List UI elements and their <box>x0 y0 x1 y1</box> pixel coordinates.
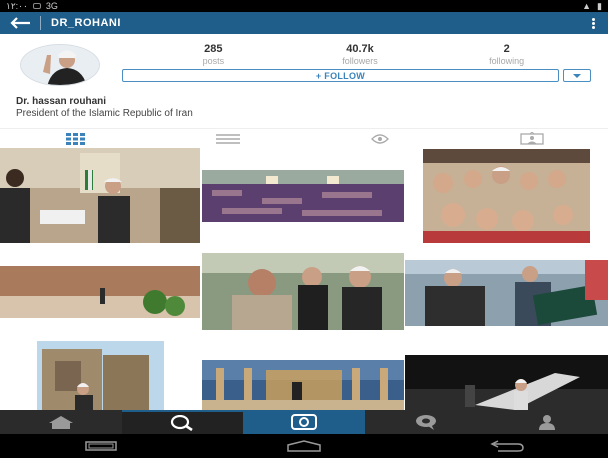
profile-bio: President of the Islamic Republic of Ira… <box>16 108 193 119</box>
network-type: 3G <box>45 1 58 11</box>
post-thumbnail[interactable] <box>0 266 200 318</box>
home-outline-icon <box>287 440 321 452</box>
follow-row: + FOLLOW <box>122 69 591 82</box>
photo-grid <box>0 148 608 410</box>
post-thumbnail[interactable] <box>202 170 404 222</box>
notification-icon <box>32 3 41 9</box>
avatar[interactable] <box>20 44 100 86</box>
back-button[interactable] <box>0 12 40 34</box>
followers-count: 40.7k <box>346 43 374 55</box>
home-icon <box>48 416 73 429</box>
chevron-down-icon <box>573 73 581 78</box>
signal-icon: ▲ <box>582 1 592 11</box>
grid-icon <box>66 132 85 145</box>
status-time: ۱۲:۰۰ <box>6 0 28 11</box>
profile-person-icon <box>539 415 556 430</box>
home-system-button[interactable] <box>203 434 406 458</box>
tagged-photos-icon <box>520 132 544 145</box>
back-return-icon <box>489 440 524 452</box>
tab-tagged[interactable] <box>456 129 608 148</box>
back-system-button[interactable] <box>405 434 608 458</box>
post-thumbnail[interactable] <box>202 360 404 410</box>
back-arrow-icon <box>10 17 30 29</box>
app-bar: DR_ROHANI <box>0 12 608 34</box>
following-label: following <box>489 56 525 66</box>
following-count: 2 <box>503 43 510 55</box>
profile-view-tabs <box>0 128 608 148</box>
following-stat[interactable]: 2 following <box>433 43 580 66</box>
post-thumbnail[interactable] <box>0 148 200 243</box>
overflow-menu-button[interactable] <box>578 12 608 34</box>
status-bar: ۱۲:۰۰ 3G ▲ ▮ <box>0 0 608 12</box>
profile-full-name: Dr. hassan rouhani <box>16 96 107 107</box>
profile-stats: 285 posts 40.7k followers 2 following <box>140 43 580 66</box>
more-vert-icon <box>591 17 595 30</box>
nav-camera[interactable] <box>243 410 365 434</box>
suggestions-dropdown-button[interactable] <box>563 69 591 82</box>
battery-icon: ▮ <box>597 0 602 11</box>
nav-profile[interactable] <box>486 410 608 434</box>
posts-label: posts <box>202 56 225 66</box>
followers-stat[interactable]: 40.7k followers <box>287 43 434 66</box>
followers-label: followers <box>342 56 378 66</box>
list-icon <box>216 133 240 144</box>
nav-home[interactable] <box>0 410 122 434</box>
app-bar-divider <box>40 16 41 30</box>
post-thumbnail[interactable] <box>405 355 608 410</box>
system-navigation-bar <box>0 434 608 458</box>
tab-places[interactable] <box>304 129 456 148</box>
nav-activity[interactable] <box>365 410 487 434</box>
follow-button[interactable]: + FOLLOW <box>122 69 559 82</box>
tab-grid[interactable] <box>0 129 152 148</box>
posts-count: 285 <box>204 43 223 55</box>
tab-list[interactable] <box>152 129 304 148</box>
post-thumbnail[interactable] <box>423 149 590 243</box>
nav-search[interactable] <box>121 410 244 434</box>
activity-bubble-icon <box>415 415 436 430</box>
profile-header: 285 posts 40.7k followers 2 following + … <box>0 34 608 128</box>
bottom-navigation <box>0 410 608 434</box>
recent-apps-button[interactable] <box>0 434 203 458</box>
profile-username: DR_ROHANI <box>51 17 121 29</box>
camera-icon <box>290 414 317 430</box>
location-pin-icon <box>371 133 389 144</box>
posts-stat[interactable]: 285 posts <box>140 43 287 66</box>
post-thumbnail[interactable] <box>37 341 164 410</box>
post-thumbnail[interactable] <box>202 253 404 330</box>
post-thumbnail[interactable] <box>405 260 608 326</box>
search-icon <box>171 415 194 431</box>
recent-apps-icon <box>85 441 118 451</box>
